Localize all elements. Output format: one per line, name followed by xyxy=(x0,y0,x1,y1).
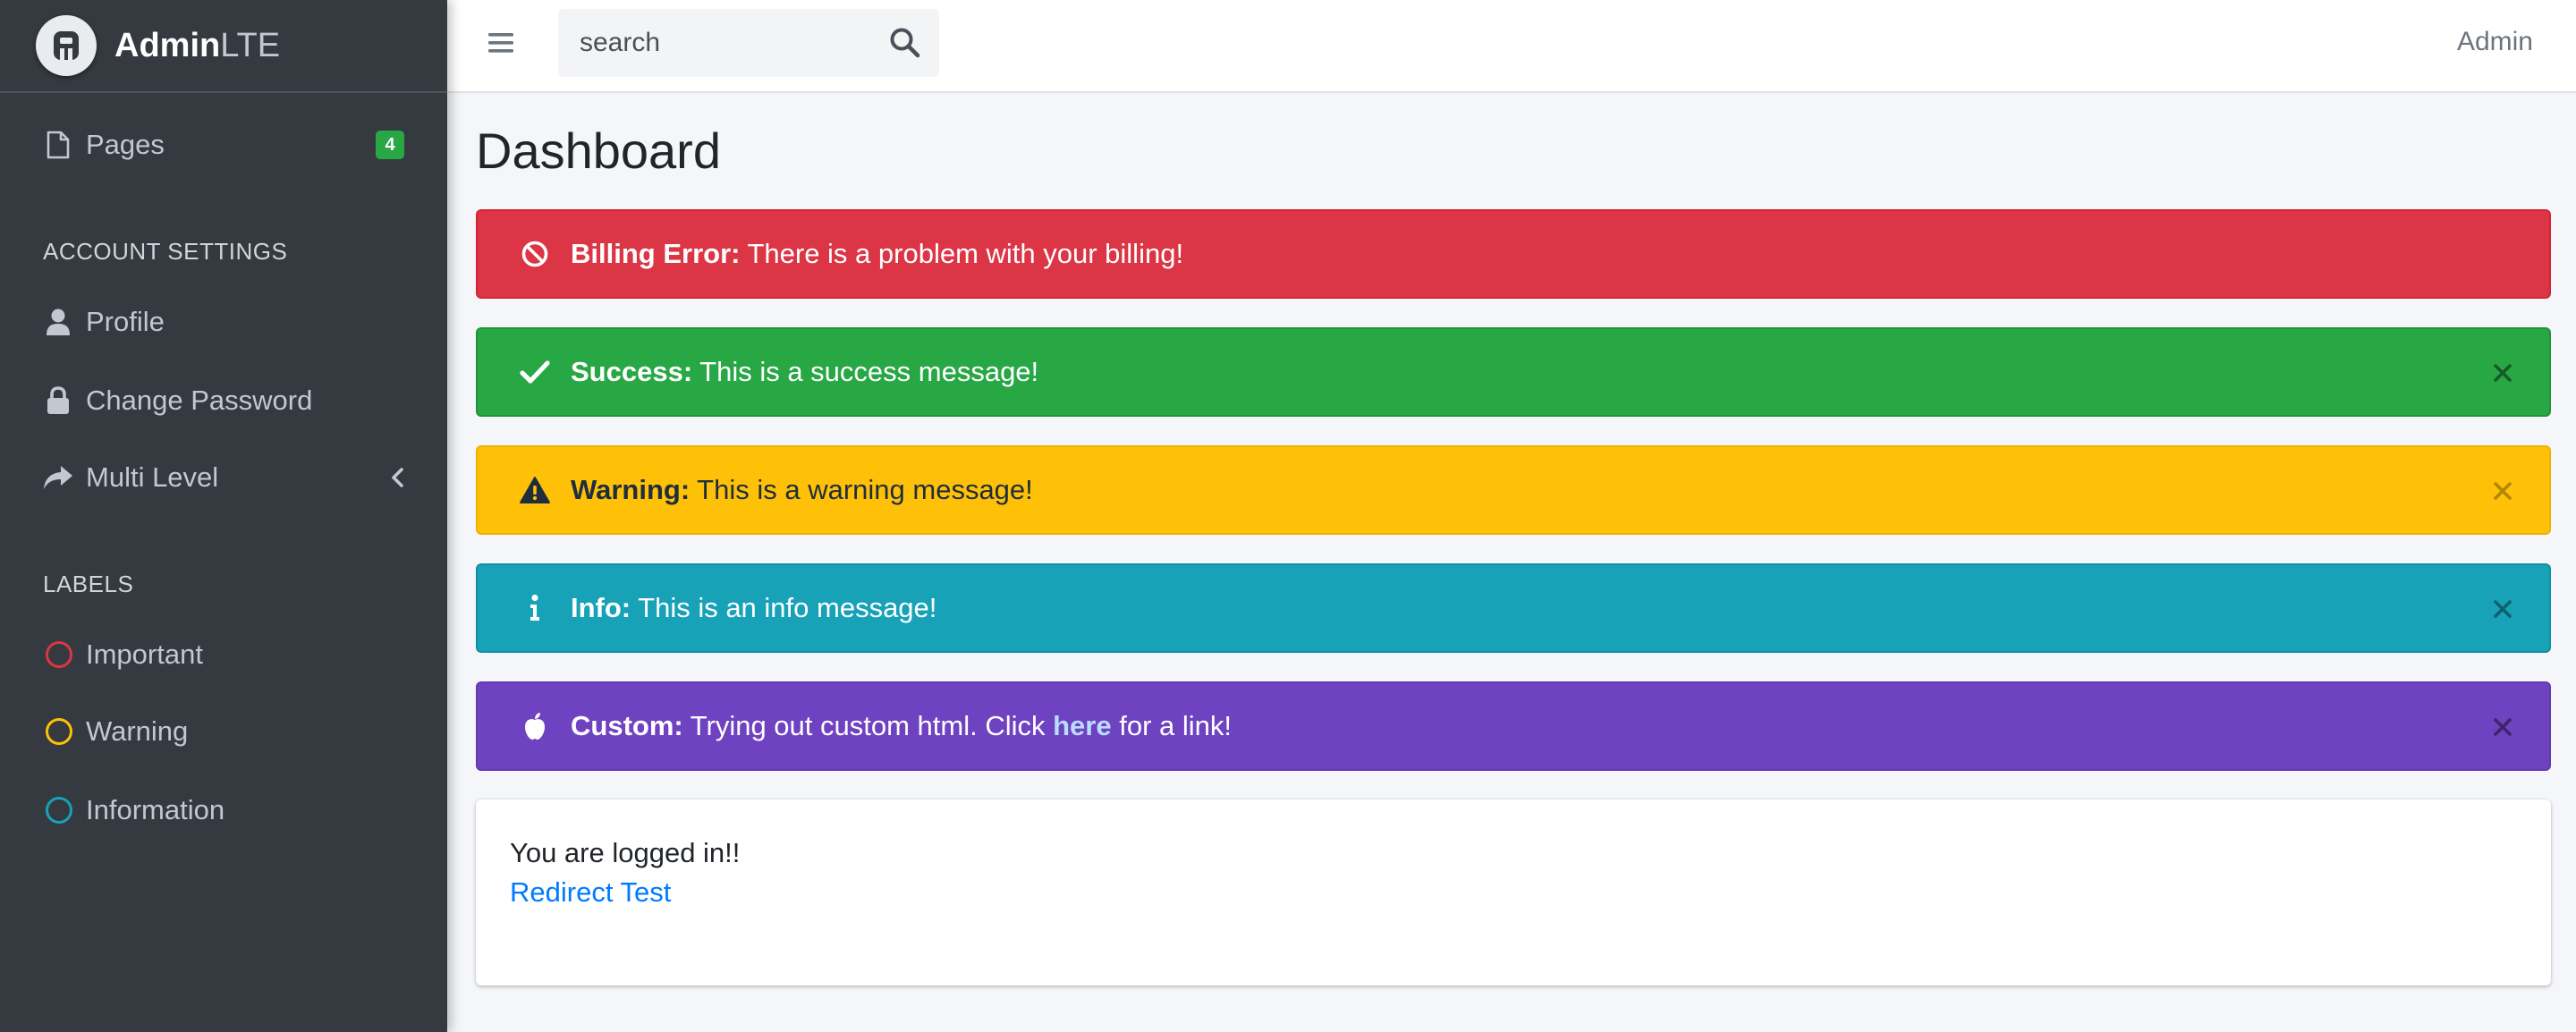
chevron-left-icon xyxy=(390,467,404,488)
user-icon xyxy=(43,307,73,337)
page-title: Dashboard xyxy=(476,123,721,179)
sidebar-item-profile[interactable]: Profile xyxy=(0,284,447,360)
search-input[interactable] xyxy=(558,9,862,77)
close-icon[interactable] xyxy=(2492,713,2513,745)
search-form xyxy=(558,9,939,77)
sidebar-item-change-password[interactable]: Change Password xyxy=(0,363,447,438)
warning-icon xyxy=(517,472,553,508)
alert-billing-error: Billing Error: There is a problem with y… xyxy=(476,209,2551,299)
brand-name: AdminLTE xyxy=(114,26,281,64)
sidebar-item-label: Information xyxy=(86,794,225,825)
pages-count-badge: 4 xyxy=(376,131,404,159)
alert-success: Success: This is a success message! xyxy=(476,327,2551,417)
alert-title: Success: xyxy=(571,356,693,387)
account-settings-header: ACCOUNT SETTINGS xyxy=(43,238,288,265)
close-icon[interactable] xyxy=(2492,359,2513,391)
alert-title: Warning: xyxy=(571,474,691,505)
sidebar-item-warning[interactable]: Warning xyxy=(0,694,447,769)
sidebar-item-label: Change Password xyxy=(86,385,313,416)
apple-icon xyxy=(517,708,553,744)
top-navbar: Admin xyxy=(447,0,2576,93)
sidebar-item-multi-level[interactable]: Multi Level xyxy=(0,440,447,515)
user-menu-link[interactable]: Admin xyxy=(2457,27,2533,57)
sidebar-item-information[interactable]: Information xyxy=(0,773,447,848)
alert-message: There is a problem with your billing! xyxy=(747,238,1184,269)
share-icon xyxy=(43,462,73,493)
sidebar-item-label: Multi Level xyxy=(86,461,219,493)
circle-icon xyxy=(43,716,73,747)
redirect-test-link[interactable]: Redirect Test xyxy=(510,876,671,909)
alert-message: Trying out custom html. Click xyxy=(690,710,1046,741)
check-icon xyxy=(517,354,553,390)
close-icon[interactable] xyxy=(2492,477,2513,509)
circle-icon xyxy=(43,639,73,670)
sidebar-item-pages[interactable]: Pages 4 xyxy=(0,107,447,182)
alert-message: This is a success message! xyxy=(699,356,1039,387)
menu-toggle-icon[interactable] xyxy=(487,30,515,60)
alert-info: Info: This is an info message! xyxy=(476,563,2551,653)
close-icon[interactable] xyxy=(2492,595,2513,627)
alert-message: This is a warning message! xyxy=(697,474,1033,505)
logged-in-message: You are logged in!! xyxy=(510,837,741,868)
content-card: You are logged in!! Redirect Test xyxy=(476,799,2551,985)
sidebar-item-important[interactable]: Important xyxy=(0,617,447,692)
alert-custom: Custom: Trying out custom html. Click he… xyxy=(476,681,2551,771)
sidebar: AdminLTE Pages 4 ACCOUNT SETTINGS Profil… xyxy=(0,0,447,1032)
alert-warning: Warning: This is a warning message! xyxy=(476,445,2551,535)
alert-title: Billing Error: xyxy=(571,238,741,269)
alert-title: Info: xyxy=(571,592,631,623)
alert-here-link[interactable]: here xyxy=(1053,710,1111,742)
ban-icon xyxy=(517,236,553,272)
sidebar-item-label: Warning xyxy=(86,715,189,747)
info-icon xyxy=(517,590,553,626)
sidebar-item-label: Pages xyxy=(86,129,165,160)
brand-link[interactable]: AdminLTE xyxy=(0,0,447,93)
adminlte-logo-icon xyxy=(36,15,97,76)
lock-icon xyxy=(43,385,73,416)
labels-header: LABELS xyxy=(43,571,134,597)
file-icon xyxy=(43,130,73,160)
sidebar-item-label: Important xyxy=(86,639,203,670)
search-icon[interactable] xyxy=(889,27,921,63)
alert-message-end: for a link! xyxy=(1119,710,1233,741)
alert-message: This is an info message! xyxy=(638,592,937,623)
alert-title: Custom: xyxy=(571,710,683,741)
sidebar-item-label: Profile xyxy=(86,306,165,337)
circle-icon xyxy=(43,795,73,825)
